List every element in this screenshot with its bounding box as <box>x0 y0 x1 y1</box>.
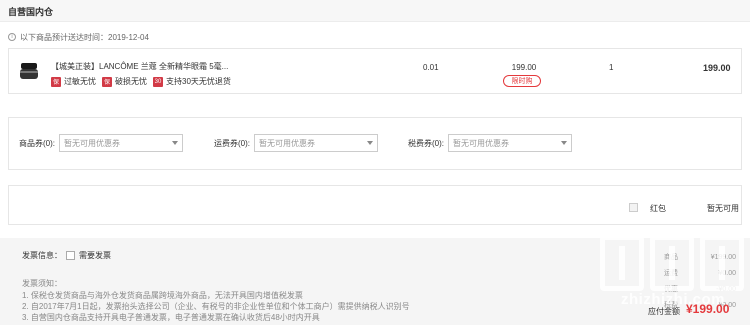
watermark-text: zhizhizhi.com <box>621 291 725 308</box>
service-badges: 保 过敏无忧 保 破损无忧 30 支持30天无忧退货 <box>51 76 231 87</box>
invoice-notice-3: 3. 自营国内仓商品支持开具电子普通发票，电子普通发票在确认收货后48小时内开具 <box>22 313 320 322</box>
need-invoice-checkbox[interactable] <box>66 251 75 260</box>
warehouse-header: 自营国内仓 <box>0 0 750 22</box>
invoice-info-row: 发票信息： 需要发票 <box>22 250 111 261</box>
invoice-info-label: 发票信息： <box>22 251 62 260</box>
info-icon: i <box>8 33 16 41</box>
tax-coupon-select[interactable]: 暂无可用优惠券 <box>448 134 572 152</box>
select-value: 暂无可用优惠券 <box>64 138 120 148</box>
arrival-time-row: i 以下商品预计送达时间：2019-12-04 <box>8 30 149 44</box>
red-packet-status: 暂无可用 <box>707 204 739 213</box>
shipping-coupon-label: 运费券(0): <box>214 138 250 148</box>
shipping-coupon-select[interactable]: 暂无可用优惠券 <box>254 134 378 152</box>
invoice-notice-title: 发票须知： <box>22 279 62 288</box>
flash-sale-tag: 限时购 <box>503 75 541 87</box>
product-name[interactable]: 【城美正装】LANCÔME 兰蔻 全新精华眼霜 5毫... <box>51 61 251 72</box>
goods-coupon-group: 商品券(0): 暂无可用优惠券 <box>19 134 183 152</box>
need-invoice-label[interactable]: 需要发票 <box>79 250 111 261</box>
shipping-coupon-group: 运费券(0): 暂无可用优惠券 <box>214 134 378 152</box>
service-label: 过敏无忧 <box>64 77 96 86</box>
service-label: 支持30天无忧退货 <box>166 77 231 86</box>
guarantee-icon: 保 <box>102 76 112 87</box>
chevron-down-icon <box>367 141 373 145</box>
watermark-glyph-3 <box>700 235 744 291</box>
goods-coupon-select[interactable]: 暂无可用优惠券 <box>59 134 183 152</box>
product-price: 199.00 <box>511 63 537 72</box>
chevron-down-icon <box>561 141 567 145</box>
product-quantity: 1 <box>609 63 614 72</box>
product-row: 【城美正装】LANCÔME 兰蔻 全新精华眼霜 5毫... 保 过敏无忧 保 破… <box>8 48 742 94</box>
service-label: 破损无忧 <box>115 77 147 86</box>
product-tax: 0.01 <box>423 63 439 72</box>
watermark-glyph-2 <box>650 235 694 291</box>
service-damage: 保 破损无忧 <box>102 76 147 87</box>
chevron-down-icon <box>172 141 178 145</box>
warehouse-title: 自营国内仓 <box>8 7 54 17</box>
watermark-logo: zhizhizhi.com <box>598 235 748 325</box>
tax-coupon-label: 税费券(0): <box>408 138 444 148</box>
watermark-glyph-1 <box>600 235 644 291</box>
coupon-section: 商品券(0): 暂无可用优惠券 运费券(0): 暂无可用优惠券 税费券(0): … <box>8 117 742 170</box>
red-packet-label: 红包 <box>650 204 666 213</box>
arrival-time-text: 以下商品预计送达时间：2019-12-04 <box>20 32 149 42</box>
select-value: 暂无可用优惠券 <box>453 138 509 148</box>
checkout-page: 自营国内仓 i 以下商品预计送达时间：2019-12-04 【城美正装】LANC… <box>0 0 750 325</box>
guarantee-icon: 保 <box>51 76 61 87</box>
select-value: 暂无可用优惠券 <box>259 138 315 148</box>
service-return: 30 支持30天无忧退货 <box>153 76 231 87</box>
invoice-notice-2: 2. 自2017年7月1日起，发票抬头选择公司（企业、有税号的非企业性单位和个体… <box>22 302 410 311</box>
product-thumbnail[interactable] <box>19 61 39 81</box>
tax-coupon-group: 税费券(0): 暂无可用优惠券 <box>408 134 572 152</box>
return-30-icon: 30 <box>153 76 163 87</box>
service-allergy: 保 过敏无忧 <box>51 76 96 87</box>
red-packet-section: 红包 暂无可用 <box>8 185 742 225</box>
goods-coupon-label: 商品券(0): <box>19 138 55 148</box>
product-subtotal: 199.00 <box>703 63 731 73</box>
invoice-notice-1: 1. 保税仓发货商品与海外仓发货商品属跨境海外商品，无法开具国内增值税发票 <box>22 291 303 300</box>
red-packet-checkbox[interactable] <box>629 203 638 212</box>
